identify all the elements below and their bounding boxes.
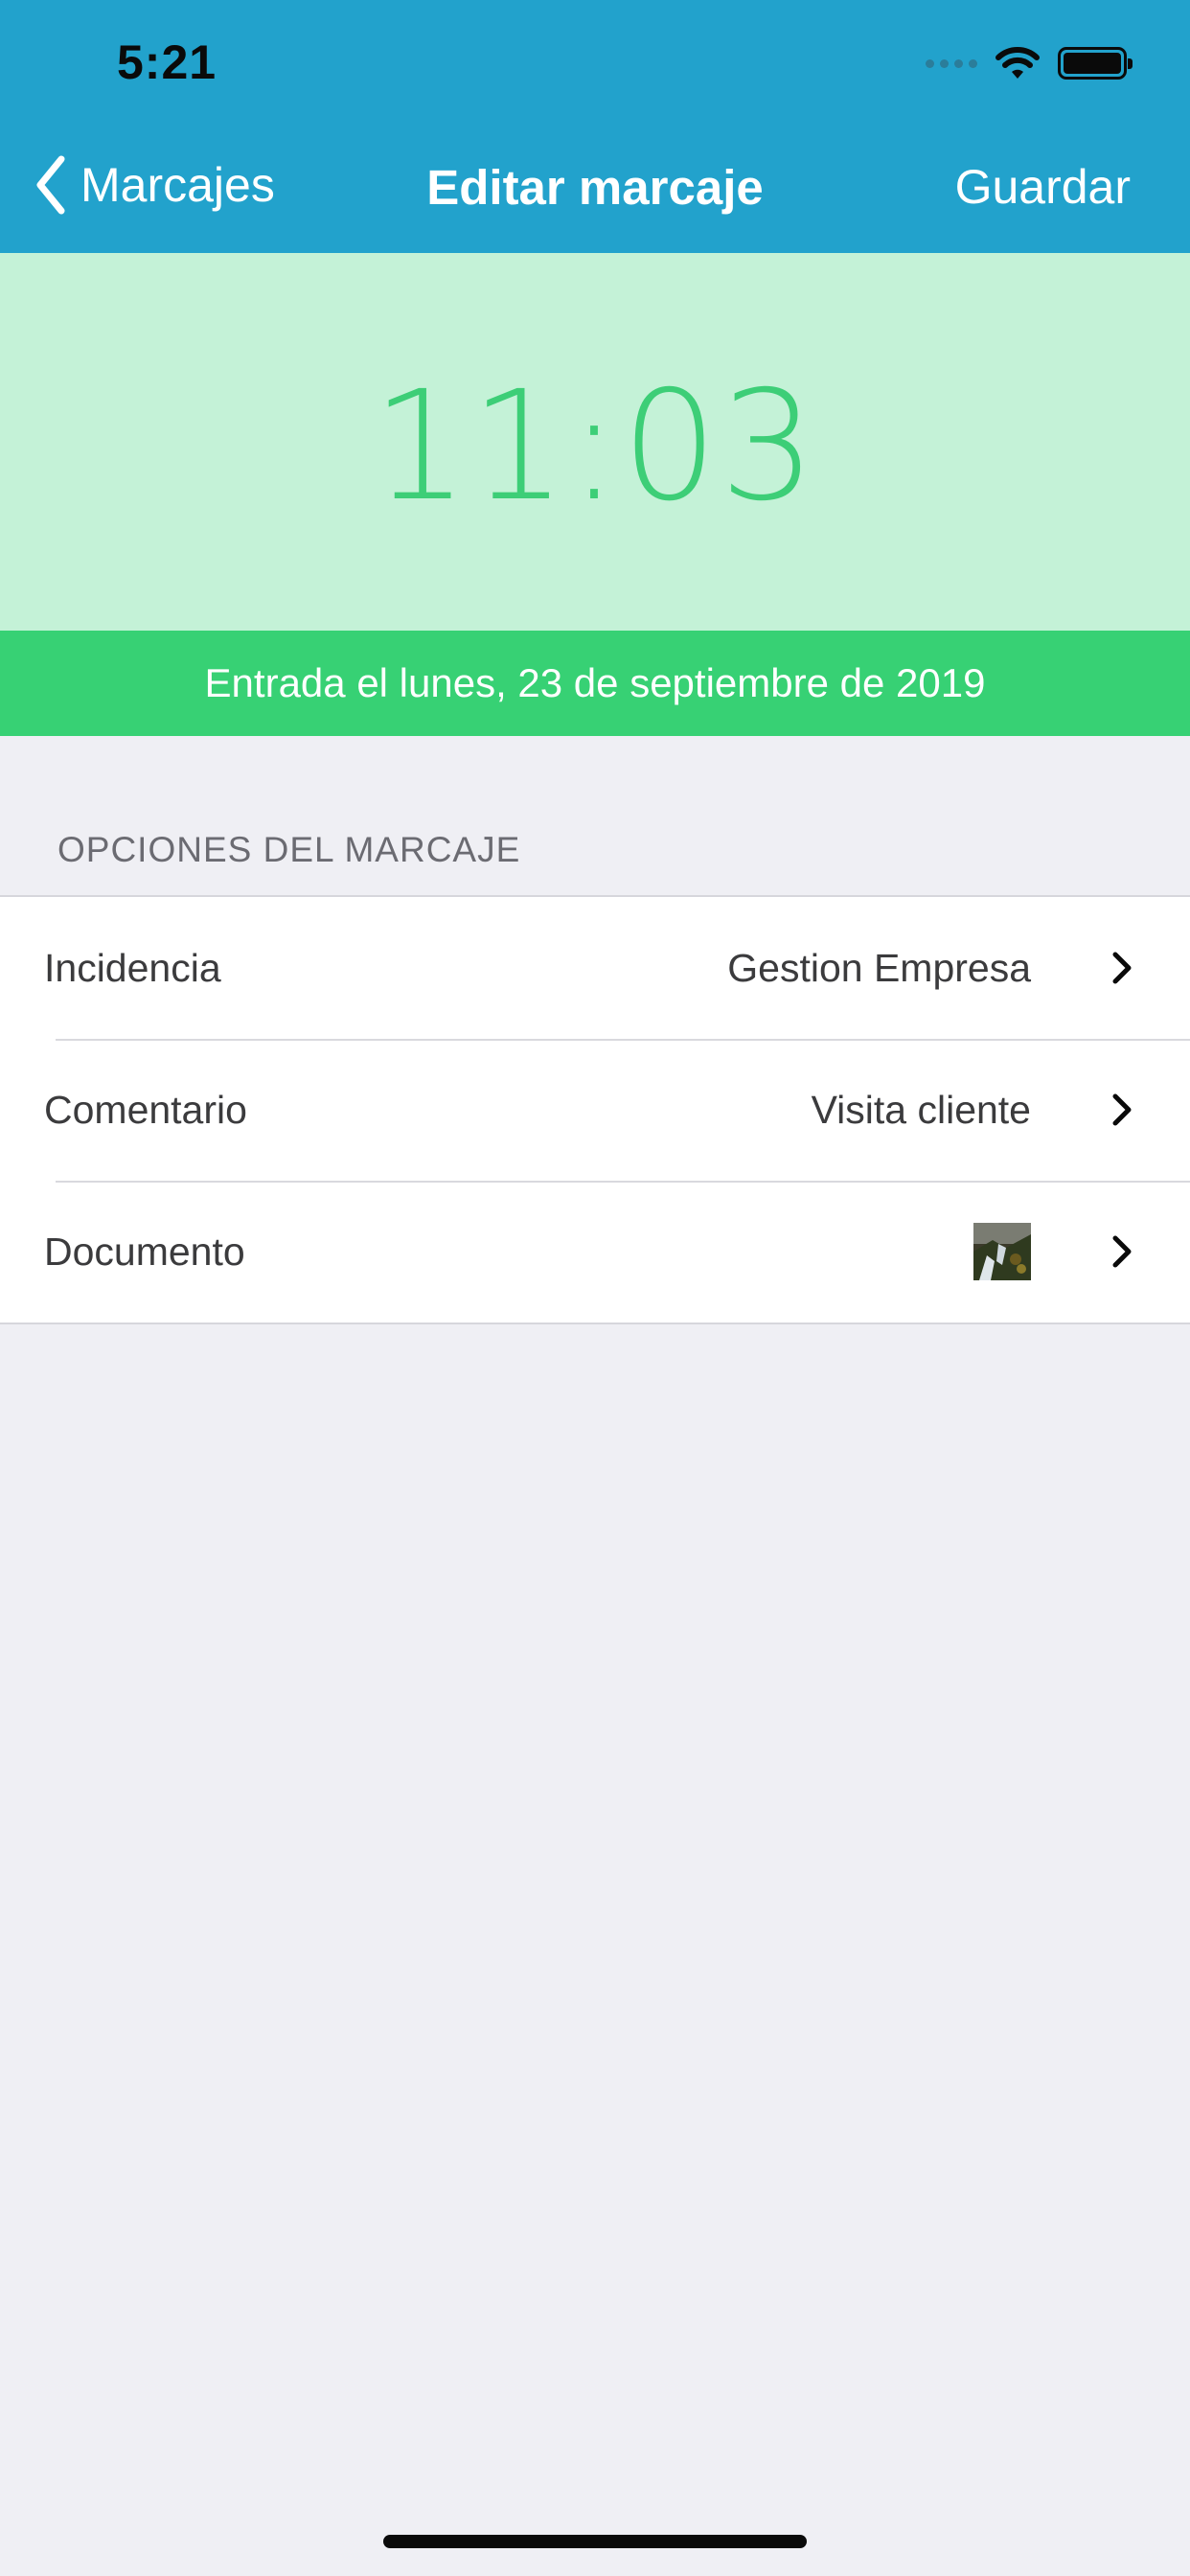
- option-value: Gestion Empresa: [727, 946, 1031, 990]
- option-label: Incidencia: [44, 946, 221, 990]
- punch-date-bar: Entrada el lunes, 23 de septiembre de 20…: [0, 631, 1190, 736]
- option-row-incidencia[interactable]: Incidencia Gestion Empresa: [0, 897, 1190, 1039]
- option-row-documento[interactable]: Documento: [0, 1181, 1190, 1322]
- document-thumbnail: [973, 1223, 1031, 1280]
- option-label: Documento: [44, 1230, 245, 1274]
- status-time: 5:21: [117, 35, 217, 89]
- section-header: OPCIONES DEL MARCAJE: [57, 830, 521, 869]
- status-icons: [926, 42, 1133, 84]
- chevron-right-icon: [1112, 1235, 1132, 1268]
- option-row-comentario[interactable]: Comentario Visita cliente: [0, 1039, 1190, 1181]
- punch-time: 11:03: [372, 358, 818, 535]
- chevron-right-icon: [1112, 952, 1132, 984]
- wifi-icon: [995, 47, 1040, 79]
- header: 5:21 Marcajes Editar marcaje Guardar: [0, 0, 1190, 253]
- punch-time-panel: 11:03: [0, 253, 1190, 631]
- save-button[interactable]: Guardar: [955, 159, 1131, 215]
- chevron-right-icon: [1112, 1093, 1132, 1126]
- option-label: Comentario: [44, 1088, 247, 1132]
- battery-icon: [1058, 47, 1133, 80]
- signal-icon: [926, 58, 977, 68]
- option-value: Visita cliente: [811, 1088, 1031, 1132]
- options-list: Incidencia Gestion Empresa Comentario Vi…: [0, 895, 1190, 1324]
- home-indicator[interactable]: [383, 2535, 807, 2548]
